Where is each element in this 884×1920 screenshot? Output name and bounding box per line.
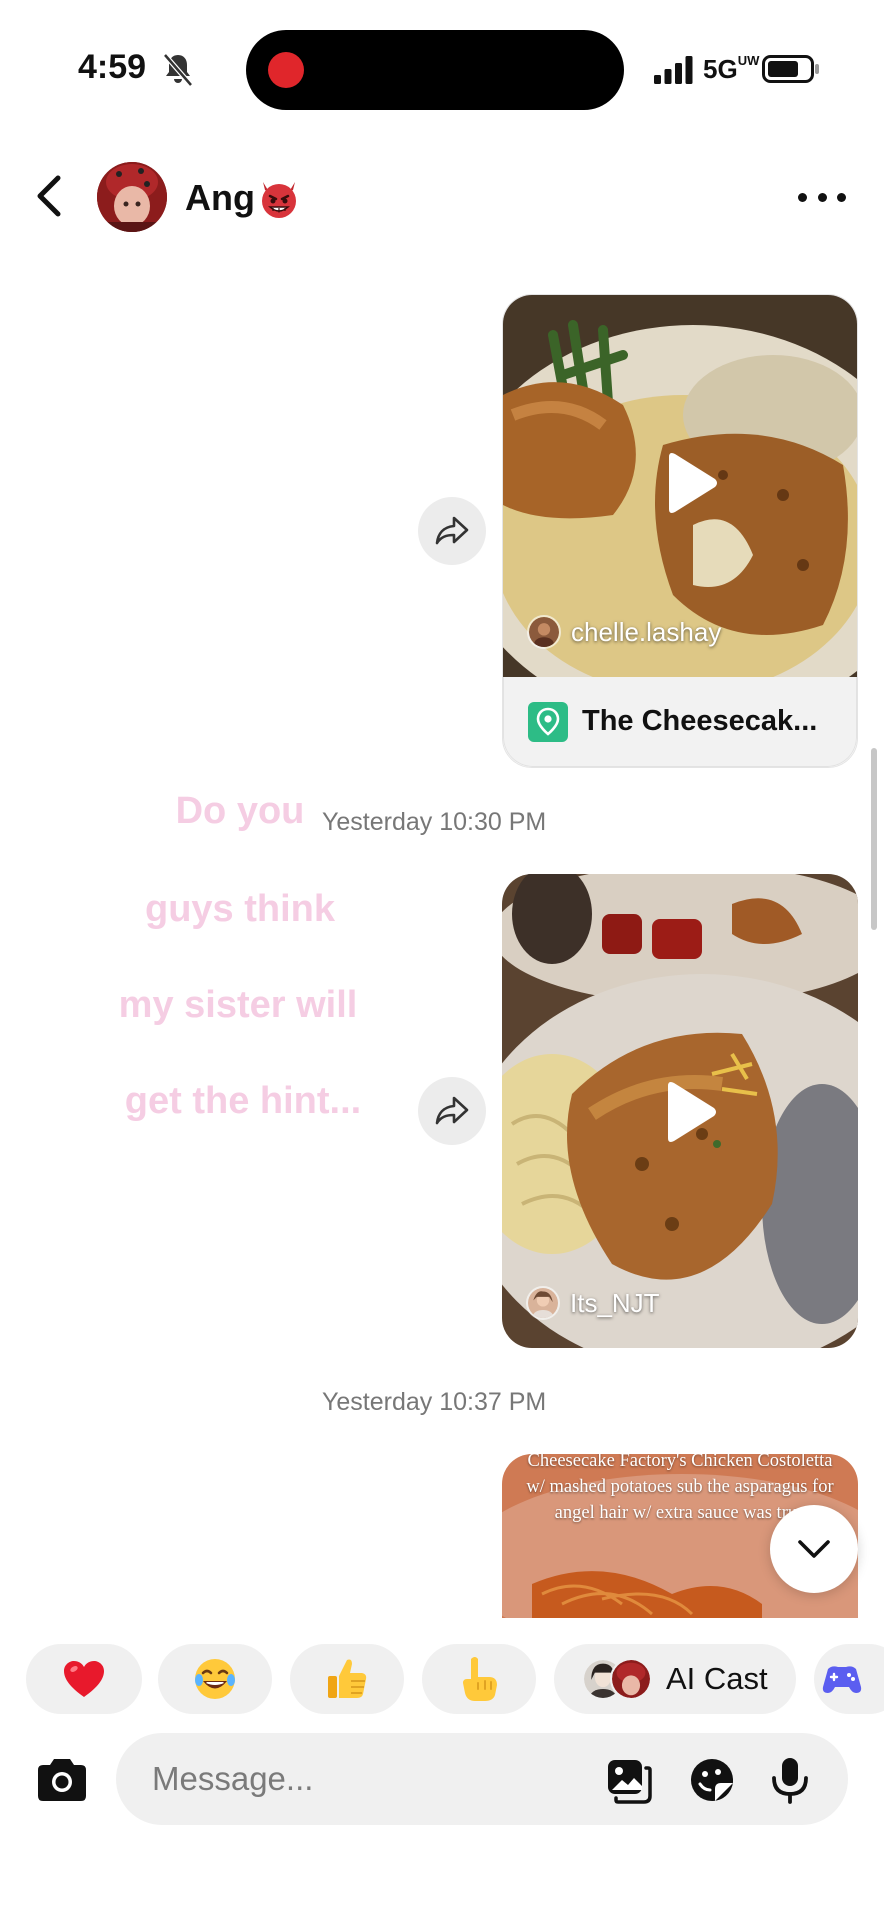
author-avatar	[526, 1286, 560, 1320]
dot-icon	[798, 192, 807, 202]
chevron-down-icon	[798, 1540, 830, 1558]
game-controller-icon	[822, 1666, 862, 1693]
back-button[interactable]	[30, 172, 70, 220]
video-thumbnail[interactable]: chelle.lashay	[503, 295, 857, 677]
reaction-laugh-button[interactable]	[158, 1644, 272, 1714]
heart-icon	[64, 1661, 104, 1697]
ai-cast-label: AI Cast	[666, 1661, 768, 1696]
ai-cast-avatar-icon	[610, 1658, 652, 1700]
microphone-icon[interactable]	[766, 1756, 814, 1804]
scrollbar[interactable]	[871, 748, 877, 930]
network-label: 5GUW	[703, 54, 759, 85]
devil-face-icon	[261, 182, 296, 218]
games-button[interactable]	[814, 1644, 884, 1714]
caption-line: get the hint...	[124, 1080, 362, 1122]
laughing-icon	[195, 1659, 235, 1699]
forward-arrow-icon	[435, 1096, 469, 1125]
caption-line: Do you	[175, 790, 305, 832]
contact-name[interactable]: Ang	[185, 176, 301, 220]
signal-bars-icon	[654, 56, 693, 84]
camera-button[interactable]	[34, 1756, 90, 1804]
thumbs-up-icon	[328, 1659, 367, 1698]
message-input[interactable]	[152, 1733, 552, 1825]
gallery-icon[interactable]	[604, 1756, 652, 1804]
reaction-point-up-button[interactable]	[422, 1644, 536, 1714]
place-name: The Cheesecak...	[582, 705, 818, 737]
pointing-hand-icon	[463, 1657, 497, 1701]
bell-muted-icon	[163, 53, 193, 87]
location-pin-icon	[528, 701, 568, 742]
author-avatar	[527, 615, 561, 649]
message-timestamp: Yesterday 10:30 PM	[322, 808, 547, 836]
play-icon	[668, 1082, 716, 1142]
place-tag[interactable]: The Cheesecak...	[503, 677, 857, 767]
shared-video-message[interactable]: Its_NJT	[502, 874, 858, 1348]
more-options-button[interactable]	[798, 180, 846, 214]
ai-cast-button[interactable]: AI Cast	[554, 1644, 796, 1714]
contact-name-text: Ang	[185, 177, 255, 218]
reaction-thumbs-up-button[interactable]	[290, 1644, 404, 1714]
caption-line: guys think	[144, 888, 336, 930]
author-name: chelle.lashay	[571, 616, 722, 647]
video-author[interactable]: chelle.lashay	[527, 615, 721, 649]
forward-arrow-icon	[435, 516, 469, 545]
battery-icon	[762, 55, 819, 83]
dot-icon	[817, 192, 827, 202]
dynamic-island	[246, 30, 624, 110]
network-subtype: UW	[737, 53, 760, 68]
video-thumbnail[interactable]: Its_NJT	[502, 874, 858, 1348]
video-author[interactable]: Its_NJT	[526, 1286, 660, 1320]
avatar-photo	[97, 162, 167, 232]
caption-line: my sister will	[118, 984, 358, 1026]
dot-icon	[837, 192, 846, 202]
forward-button[interactable]	[418, 497, 486, 565]
reaction-heart-button[interactable]	[26, 1644, 142, 1714]
play-icon	[669, 453, 717, 513]
recording-indicator-icon	[268, 52, 304, 88]
message-timestamp: Yesterday 10:37 PM	[322, 1388, 547, 1416]
network-type: 5G	[703, 54, 738, 84]
shared-video-message[interactable]: chelle.lashay The Cheesecak...	[502, 294, 858, 768]
scroll-to-bottom-button[interactable]	[770, 1505, 858, 1593]
status-time: 4:59	[78, 48, 147, 86]
forward-button[interactable]	[418, 1077, 486, 1145]
message-composer	[116, 1733, 848, 1825]
author-name: Its_NJT	[570, 1287, 660, 1318]
sticker-icon[interactable]	[688, 1756, 736, 1804]
contact-avatar[interactable]	[97, 162, 167, 232]
